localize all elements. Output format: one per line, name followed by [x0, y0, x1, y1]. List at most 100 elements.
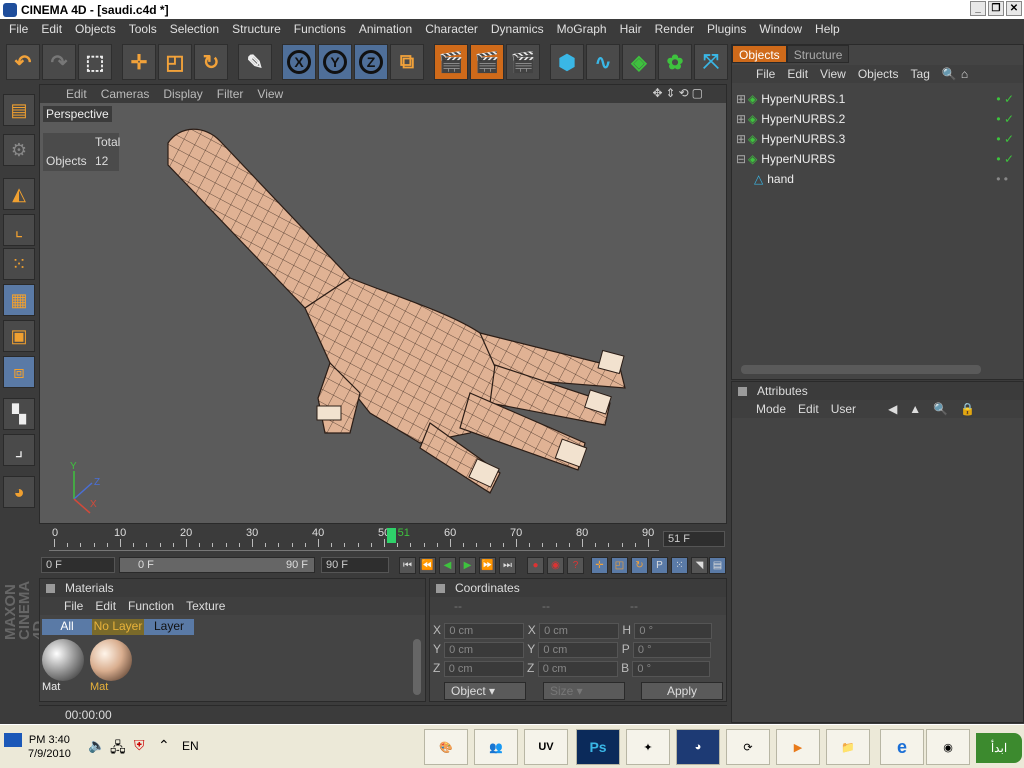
viewport-menu-cameras[interactable]: Cameras: [101, 87, 150, 101]
om-search-icon[interactable]: 🔍: [942, 67, 957, 81]
expand-icon[interactable]: ⊞: [736, 112, 748, 126]
menu-help[interactable]: Help: [810, 22, 848, 36]
tweak-mode-icon[interactable]: ▚: [3, 398, 35, 430]
position-x-field[interactable]: 0 cm: [444, 623, 525, 639]
enable-axis-icon[interactable]: ⧈: [3, 356, 35, 388]
attr-search-icon[interactable]: 🔍: [933, 402, 948, 416]
security-alert-icon[interactable]: ⛨: [134, 737, 145, 754]
deformer-icon[interactable]: ⤧: [694, 44, 728, 80]
material-swatch[interactable]: Mat: [90, 639, 134, 695]
enabled-check-icon[interactable]: • ✓: [996, 92, 1014, 106]
use-object-axis-icon[interactable]: ⌞: [3, 214, 35, 246]
taskbar-zbrush-icon[interactable]: ✦: [626, 729, 670, 765]
attr-menu-mode[interactable]: Mode: [756, 402, 786, 416]
language-indicator[interactable]: EN: [182, 739, 199, 753]
max-frame-field[interactable]: 90 F: [321, 557, 389, 573]
viewport-perspective[interactable]: Edit Cameras Display Filter View ✥⇕⟲▢ Pe…: [39, 84, 727, 524]
filter-no-layer[interactable]: No Layer: [92, 619, 144, 635]
menu-window[interactable]: Window: [754, 22, 810, 36]
timeline[interactable]: 0 10 20 30 40 50 60 70 80 90 51 51 F: [39, 527, 727, 553]
position-z-field[interactable]: 0 cm: [443, 661, 524, 677]
system-clock[interactable]: PM 3:40 7/9/2010: [28, 733, 71, 761]
object-row[interactable]: ⊞ ◈ HyperNURBS.1 • ✓: [736, 89, 1022, 109]
record-active-icon[interactable]: ●: [527, 557, 544, 574]
use-model-tool-icon[interactable]: ▤: [3, 94, 35, 126]
timeline-playhead[interactable]: [386, 528, 396, 543]
object-row[interactable]: △ hand • •: [736, 169, 1022, 189]
attr-lock-icon[interactable]: 🔒: [960, 402, 975, 416]
om-horizontal-scrollbar[interactable]: [741, 365, 981, 374]
use-polygons-tool-icon[interactable]: ▣: [3, 320, 35, 352]
om-menu-view[interactable]: View: [820, 67, 846, 81]
filter-layer[interactable]: Layer: [144, 619, 194, 635]
render-picture-viewer-icon[interactable]: 🎬: [470, 44, 504, 80]
taskbar-media-player-icon[interactable]: ▶: [776, 729, 820, 765]
object-row[interactable]: ⊞ ◈ HyperNURBS.2 • ✓: [736, 109, 1022, 129]
menu-tools[interactable]: Tools: [124, 22, 165, 36]
tab-objects[interactable]: Objects: [732, 45, 787, 63]
expand-icon[interactable]: ⊞: [736, 92, 748, 106]
menu-structure[interactable]: Structure: [227, 22, 289, 36]
keyframe-selection-icon[interactable]: ?: [567, 557, 584, 574]
viewport-menu-edit[interactable]: Edit: [66, 87, 87, 101]
object-row[interactable]: ⊟ ◈ HyperNURBS • ✓: [736, 149, 1022, 169]
volume-icon[interactable]: 🔈: [88, 737, 105, 754]
mat-menu-file[interactable]: File: [64, 599, 83, 613]
apply-button[interactable]: Apply: [641, 682, 723, 700]
move-tool-icon[interactable]: ✛: [122, 44, 156, 80]
show-hidden-icons-chevron[interactable]: ⌃: [158, 737, 170, 754]
attr-up-arrow-icon[interactable]: ▲: [909, 402, 921, 416]
use-edges-tool-icon[interactable]: ▦: [3, 284, 35, 316]
live-selection-icon[interactable]: ⬚: [78, 44, 112, 80]
menu-animation[interactable]: Animation: [354, 22, 420, 36]
coordinate-system-icon[interactable]: ⧉: [390, 44, 424, 80]
use-points-tool-icon[interactable]: ⁙: [3, 248, 35, 280]
menu-selection[interactable]: Selection: [165, 22, 227, 36]
panel-grip-icon[interactable]: [738, 386, 747, 396]
om-menu-tags[interactable]: Tag: [911, 67, 930, 81]
menu-character[interactable]: Character: [420, 22, 486, 36]
sculpt-icon[interactable]: ◕: [3, 476, 35, 508]
undo-icon[interactable]: ↶: [6, 44, 40, 80]
object-name[interactable]: hand: [767, 172, 794, 186]
autokey-icon[interactable]: ◉: [547, 557, 564, 574]
object-row[interactable]: ⊞ ◈ HyperNURBS.3 • ✓: [736, 129, 1022, 149]
record-parameter-icon[interactable]: P: [651, 557, 668, 574]
size-mode-select[interactable]: Size ▾: [543, 682, 625, 700]
menu-functions[interactable]: Functions: [289, 22, 354, 36]
attr-menu-user[interactable]: User: [831, 402, 856, 416]
taskbar-explorer-folder-icon[interactable]: 📁: [826, 729, 870, 765]
preview-range-slider[interactable]: 0 F 90 F: [119, 557, 315, 573]
menu-edit[interactable]: Edit: [36, 22, 70, 36]
rotation-b-field[interactable]: 0 °: [632, 661, 711, 677]
start-button[interactable]: ابدأ: [976, 733, 1022, 763]
tab-structure[interactable]: Structure: [786, 45, 850, 63]
om-menu-file[interactable]: File: [756, 67, 775, 81]
viewport-nav-icons[interactable]: ✥⇕⟲▢: [652, 86, 706, 100]
enabled-check-icon[interactable]: • ✓: [996, 152, 1014, 166]
y-axis-lock-button[interactable]: Y: [318, 44, 352, 80]
network-icon[interactable]: 🖧: [110, 737, 126, 761]
size-x-field[interactable]: 0 cm: [539, 623, 620, 639]
coordinate-mode-select[interactable]: Object ▾: [444, 682, 526, 700]
rotate-tool-icon[interactable]: ↻: [194, 44, 228, 80]
recent-tool-icon[interactable]: ✎: [238, 44, 272, 80]
expand-icon[interactable]: ⊞: [736, 132, 748, 146]
size-z-field[interactable]: 0 cm: [537, 661, 618, 677]
scheme-icon[interactable]: ▤: [709, 557, 726, 574]
record-point-level-icon[interactable]: ⁙: [671, 557, 688, 574]
menu-plugins[interactable]: Plugins: [702, 22, 754, 36]
material-name[interactable]: Mat: [90, 681, 134, 693]
visibility-dots-icon[interactable]: • •: [996, 172, 1008, 186]
timeline-options-icon[interactable]: ◥: [691, 557, 708, 574]
cube-primitive-icon[interactable]: ⬢: [550, 44, 584, 80]
material-name[interactable]: Mat: [42, 681, 86, 693]
play-forwards-icon[interactable]: ▶: [459, 557, 476, 574]
record-position-icon[interactable]: ✛: [591, 557, 608, 574]
x-axis-lock-button[interactable]: X: [282, 44, 316, 80]
go-to-end-icon[interactable]: ⏭: [499, 557, 516, 574]
object-name[interactable]: HyperNURBS: [761, 152, 835, 166]
enabled-check-icon[interactable]: • ✓: [996, 112, 1014, 126]
rotation-h-field[interactable]: 0 °: [634, 623, 713, 639]
om-menu-edit[interactable]: Edit: [787, 67, 808, 81]
